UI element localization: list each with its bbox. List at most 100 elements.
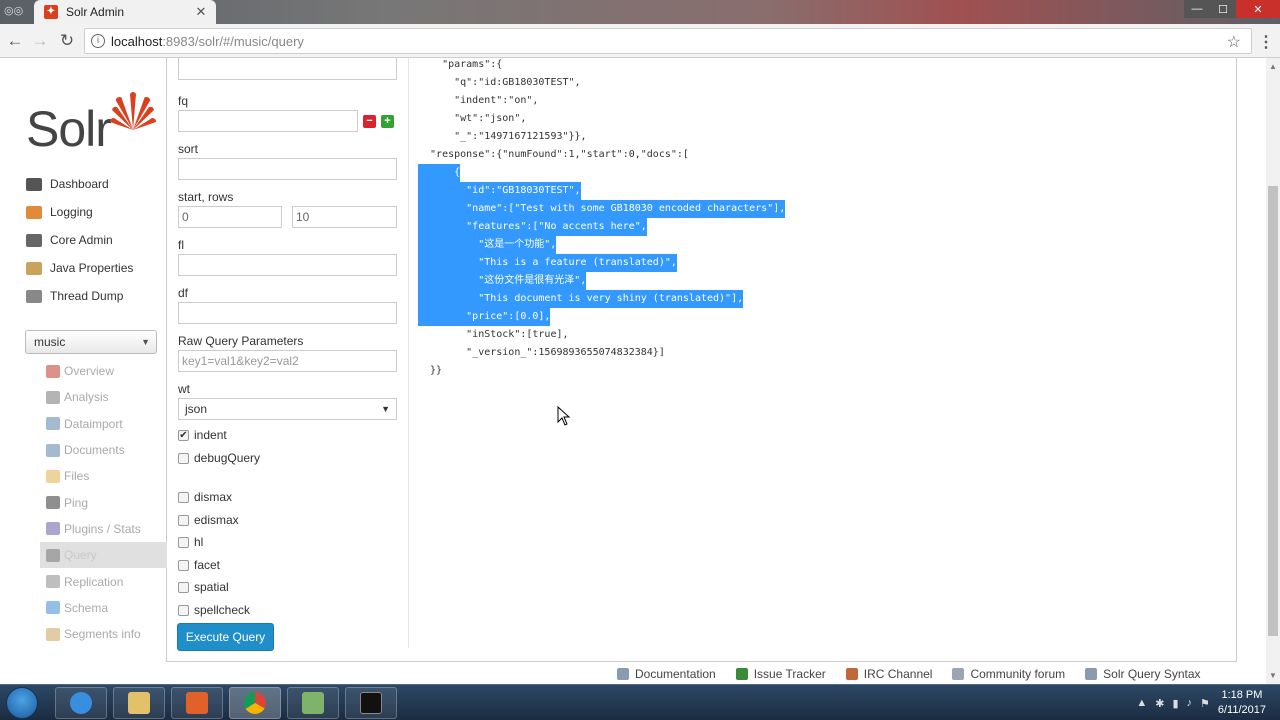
start-button[interactable] bbox=[6, 687, 38, 719]
network-icon[interactable]: ▮ bbox=[1172, 697, 1178, 710]
clock-date: 6/11/2017 bbox=[1217, 704, 1266, 716]
option-checkbox[interactable]: edismax bbox=[178, 513, 239, 527]
execute-query-button[interactable]: Execute Query bbox=[177, 623, 274, 651]
scroll-down-icon[interactable]: ▼ bbox=[1269, 671, 1277, 680]
solr-logo[interactable]: Solr bbox=[26, 84, 156, 157]
minimize-icon[interactable]: — bbox=[1184, 0, 1210, 18]
core-nav-item[interactable]: Overview bbox=[40, 358, 167, 384]
footer-link[interactable]: Issue Tracker bbox=[735, 664, 826, 684]
core-nav-item[interactable]: Plugins / Stats bbox=[40, 516, 167, 542]
option-checkbox[interactable]: facet bbox=[178, 558, 220, 572]
remove-fq-button[interactable]: − bbox=[363, 115, 376, 128]
core-nav-item[interactable]: Segments info bbox=[40, 621, 167, 647]
wt-label: wt bbox=[178, 382, 190, 396]
sort-input[interactable] bbox=[178, 158, 397, 180]
media-player-icon bbox=[186, 692, 208, 714]
taskbar-explorer[interactable] bbox=[113, 687, 165, 719]
checkbox-unchecked-icon[interactable] bbox=[178, 452, 189, 464]
core-nav-item[interactable]: Analysis bbox=[40, 384, 167, 410]
tray-expand-icon[interactable]: ▲ bbox=[1136, 697, 1147, 709]
forward-icon[interactable]: → bbox=[29, 30, 51, 52]
option-checkbox[interactable]: ✔ indent bbox=[178, 428, 227, 442]
core-nav-label: Schema bbox=[64, 600, 109, 615]
q-textarea[interactable] bbox=[178, 58, 397, 80]
fq-input[interactable] bbox=[178, 110, 358, 132]
raw-query-input[interactable]: key1=val1&key2=val2 bbox=[178, 350, 397, 372]
bookmark-star-icon[interactable]: ☆ bbox=[1227, 32, 1241, 52]
url-path: :8983/solr/#/music/query bbox=[162, 33, 304, 49]
option-checkbox[interactable]: dismax bbox=[178, 490, 232, 504]
taskbar-ie[interactable] bbox=[55, 687, 107, 719]
core-nav-item[interactable]: Replication bbox=[40, 568, 167, 594]
option-checkbox[interactable]: debugQuery bbox=[178, 451, 260, 465]
taskbar-chrome[interactable] bbox=[229, 687, 281, 719]
main-nav-item[interactable]: Core Admin bbox=[26, 226, 166, 254]
json-line: "_version_":1569893655074832384}] bbox=[418, 347, 665, 358]
core-nav-item[interactable]: Documents bbox=[40, 437, 167, 463]
footer-link[interactable]: Community forum bbox=[952, 664, 1065, 684]
back-icon[interactable]: ← bbox=[4, 30, 26, 52]
tab-close-icon[interactable]: ✕ bbox=[192, 4, 210, 20]
json-line: "q":"id:GB18030TEST", bbox=[418, 77, 581, 88]
option-checkbox[interactable]: spellcheck bbox=[178, 603, 250, 617]
main-nav-item[interactable]: Java Properties bbox=[26, 254, 166, 282]
core-nav-item[interactable]: Ping bbox=[40, 489, 167, 515]
df-input[interactable] bbox=[178, 302, 397, 324]
taskbar-cmd[interactable] bbox=[345, 687, 397, 719]
main-nav-label: Core Admin bbox=[50, 233, 113, 247]
footer-link[interactable]: Solr Query Syntax bbox=[1085, 664, 1201, 684]
reload-icon[interactable]: ↻ bbox=[56, 30, 78, 52]
checkbox-unchecked-icon[interactable] bbox=[178, 604, 189, 616]
rows-input[interactable]: 10 bbox=[292, 206, 397, 228]
browser-profile-icon[interactable]: ◎◎ bbox=[4, 4, 23, 18]
wt-select[interactable]: json ▼ bbox=[178, 398, 397, 420]
maximize-icon[interactable]: ☐ bbox=[1210, 0, 1236, 18]
main-nav-item[interactable]: Thread Dump bbox=[26, 282, 166, 310]
tab-title: Solr Admin bbox=[66, 5, 125, 19]
bluetooth-icon[interactable]: ✱ bbox=[1155, 697, 1164, 710]
scroll-up-icon[interactable]: ▲ bbox=[1269, 62, 1277, 71]
checkbox-unchecked-icon[interactable] bbox=[178, 491, 189, 503]
json-line: "response":{"numFound":1,"start":0,"docs… bbox=[418, 149, 689, 160]
system-clock[interactable]: 1:18 PM 6/11/2017 bbox=[1218, 688, 1266, 718]
window-close-icon[interactable]: ✕ bbox=[1236, 0, 1280, 18]
start-rows-label: start, rows bbox=[178, 190, 234, 204]
browser-menu-icon[interactable]: ⋮ bbox=[1258, 32, 1274, 52]
json-line: "indent":"on", bbox=[418, 95, 539, 106]
home-icon bbox=[46, 364, 60, 378]
core-selector[interactable]: music ▼ bbox=[25, 330, 157, 354]
core-nav-label: Analysis bbox=[64, 390, 109, 405]
browser-tab[interactable]: ✦ Solr Admin ✕ bbox=[34, 0, 216, 24]
checkbox-unchecked-icon[interactable] bbox=[178, 559, 189, 571]
option-checkbox[interactable]: spatial bbox=[178, 580, 229, 594]
fl-input[interactable] bbox=[178, 254, 397, 276]
volume-icon[interactable]: ♪ bbox=[1187, 697, 1193, 709]
core-nav-item[interactable]: Schema bbox=[40, 595, 167, 621]
address-bar[interactable]: i localhost:8983/solr/#/music/query ☆ bbox=[84, 28, 1252, 54]
checkbox-checked-icon[interactable]: ✔ bbox=[178, 429, 189, 441]
checkbox-unchecked-icon[interactable] bbox=[178, 514, 189, 526]
plugins-icon bbox=[46, 522, 60, 536]
site-info-icon[interactable]: i bbox=[91, 34, 105, 48]
footer-link[interactable]: Documentation bbox=[617, 664, 716, 684]
page-scrollbar[interactable]: ▲ ▼ bbox=[1266, 58, 1280, 684]
json-line: "inStock":[true], bbox=[418, 329, 569, 340]
checkbox-unchecked-icon[interactable] bbox=[178, 581, 189, 593]
taskbar-task-manager[interactable] bbox=[287, 687, 339, 719]
add-fq-button[interactable]: + bbox=[381, 115, 394, 128]
checkbox-unchecked-icon[interactable] bbox=[178, 536, 189, 548]
core-nav-item[interactable]: Files bbox=[40, 463, 167, 489]
core-nav-item[interactable]: Dataimport bbox=[40, 411, 167, 437]
core-nav-label: Ping bbox=[64, 495, 89, 510]
taskbar-media-player[interactable] bbox=[171, 687, 223, 719]
start-input[interactable]: 0 bbox=[178, 206, 282, 228]
scrollbar-thumb[interactable] bbox=[1268, 186, 1278, 636]
main-nav-item[interactable]: Logging bbox=[26, 198, 166, 226]
option-checkbox[interactable]: hl bbox=[178, 535, 203, 549]
action-center-icon[interactable]: ⚑ bbox=[1200, 697, 1210, 710]
main-nav-label: Java Properties bbox=[50, 261, 134, 275]
main-nav-item[interactable]: Dashboard bbox=[26, 170, 166, 198]
documentation-icon bbox=[617, 668, 629, 680]
core-nav-item[interactable]: Query bbox=[40, 542, 167, 569]
footer-link[interactable]: IRC Channel bbox=[845, 664, 932, 684]
